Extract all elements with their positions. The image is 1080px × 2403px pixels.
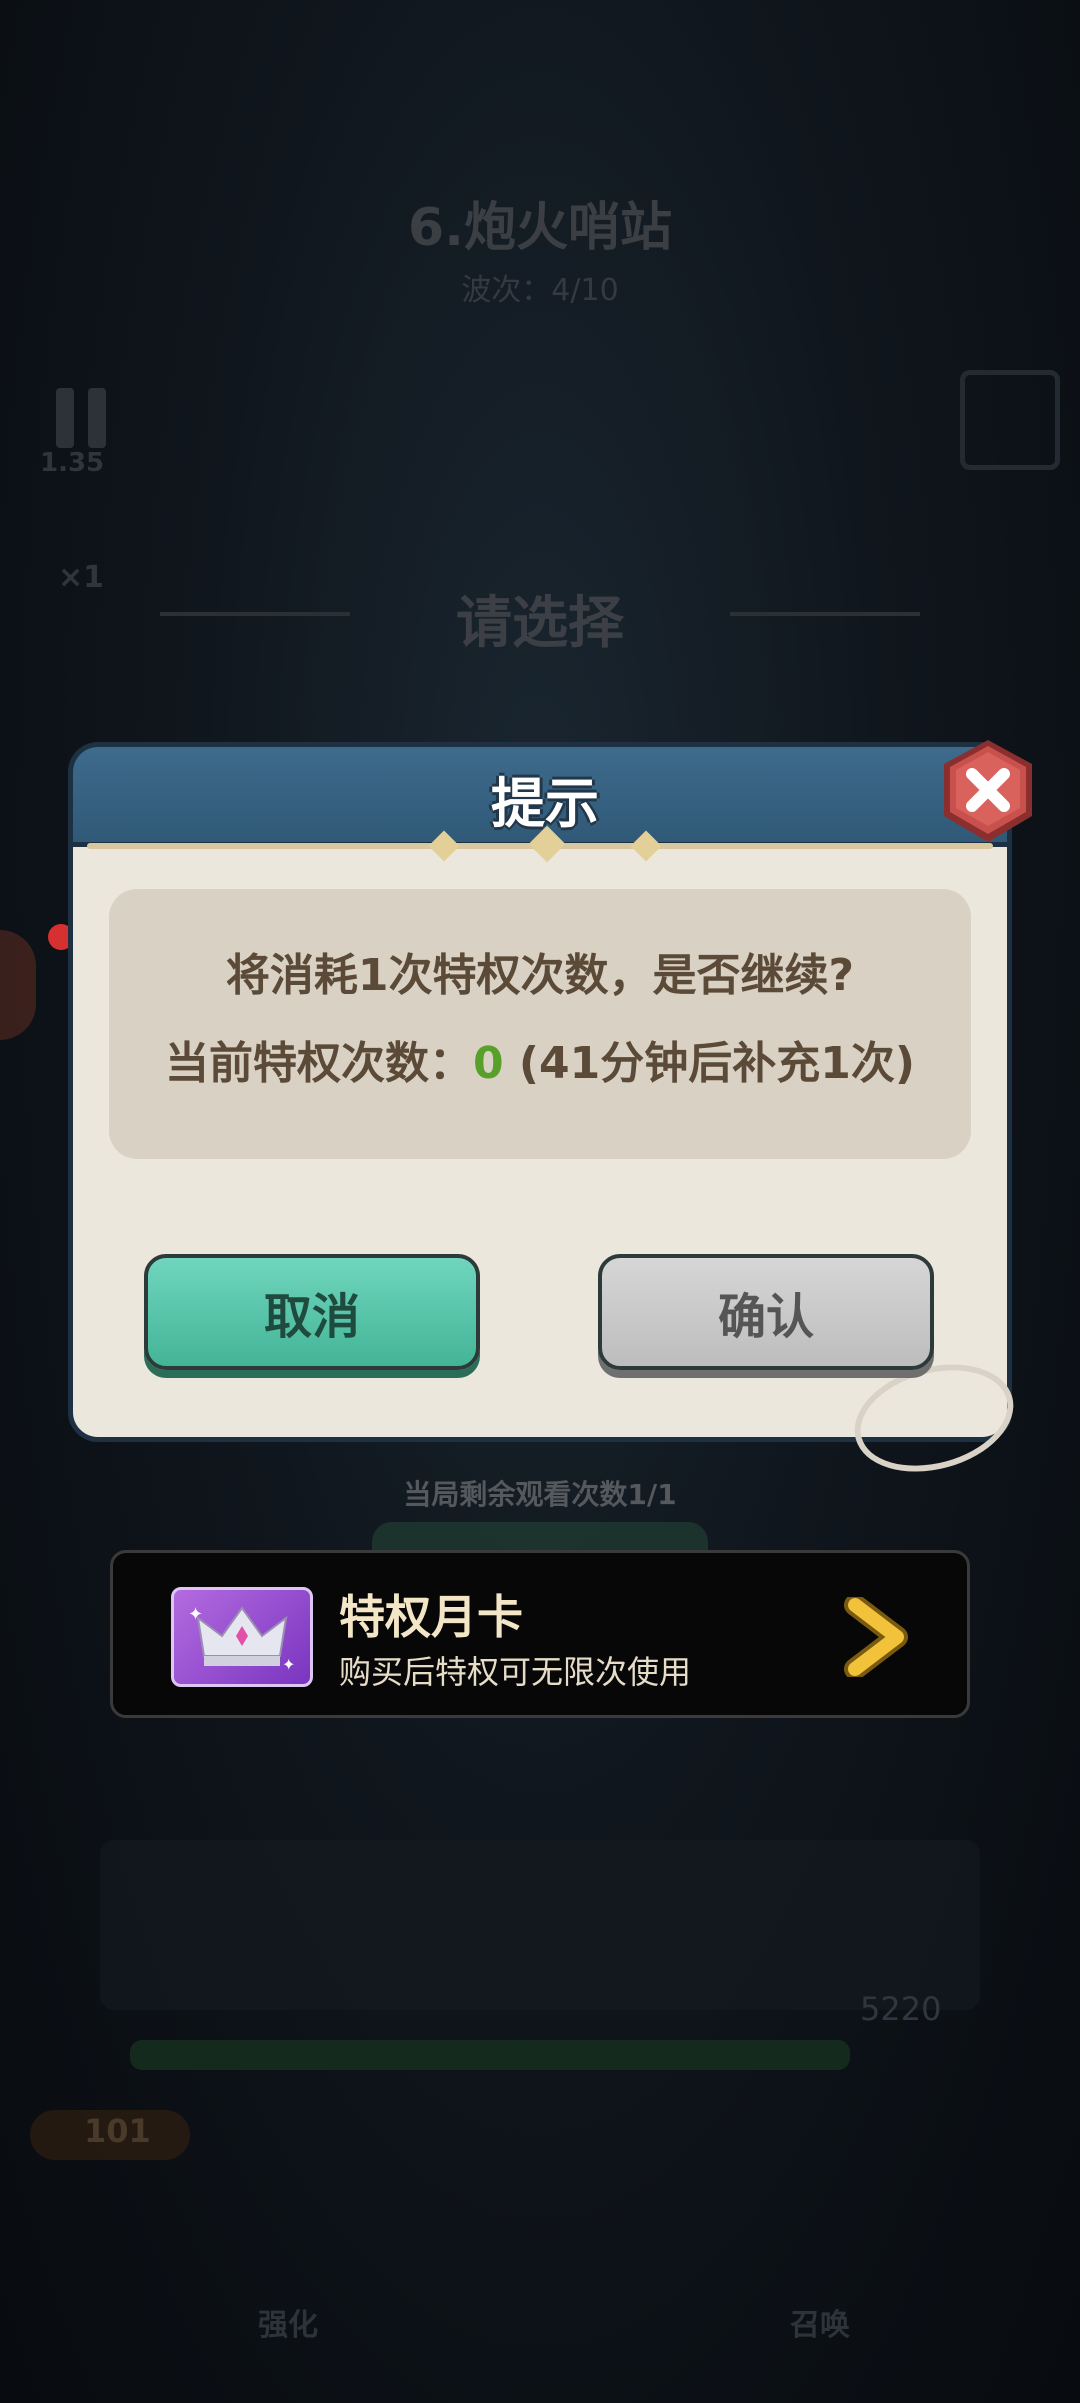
- svg-text:✦: ✦: [282, 1655, 295, 1674]
- message-line-2-suffix: (41分钟后补充1次): [503, 1038, 915, 1089]
- progress-bar: [130, 2040, 850, 2070]
- level-title: 6.炮火哨站: [408, 198, 672, 258]
- message-line-2-prefix: 当前特权次数：: [164, 1038, 473, 1089]
- crown-icon: ✦ ✦: [171, 1587, 313, 1687]
- coin-value: 5220: [860, 1990, 942, 2028]
- summon-label: 召唤: [790, 2308, 850, 2343]
- bottom-panel: [100, 1840, 980, 2010]
- monthly-card-title: 特权月卡: [339, 1590, 523, 1644]
- remaining-views-label: 当局剩余观看次数1/1: [403, 1478, 677, 1511]
- close-icon: [944, 740, 1032, 842]
- message-line-2: 当前特权次数：0 (41分钟后补充1次): [109, 1027, 971, 1091]
- privilege-count: 0: [472, 1038, 504, 1089]
- counter-value: 101: [84, 2112, 151, 2150]
- message-box: 将消耗1次特权次数，是否继续? 当前特权次数：0 (41分钟后补充1次): [109, 889, 971, 1159]
- pause-icon: [52, 388, 110, 448]
- monthly-card-banner[interactable]: ✦ ✦ 特权月卡 购买后特权可无限次使用: [110, 1550, 970, 1718]
- side-avatar-icon: [0, 930, 36, 1040]
- wave-counter: 波次：4/10: [461, 273, 619, 308]
- menu-icon: [960, 370, 1060, 470]
- confirm-button[interactable]: 确认: [598, 1254, 934, 1370]
- message-line-1: 将消耗1次特权次数，是否继续?: [225, 950, 855, 1001]
- game-screen: 6.炮火哨站 波次：4/10 1.35 ×1 请选择 当局剩余观看次数1/1 刷…: [0, 0, 1080, 2403]
- monthly-card-subtitle: 购买后特权可无限次使用: [339, 1653, 692, 1691]
- cancel-button[interactable]: 取消: [144, 1254, 480, 1370]
- upgrade-label: 强化: [258, 2308, 318, 2343]
- choose-title: 请选择: [456, 591, 624, 656]
- close-button[interactable]: [936, 736, 1040, 846]
- chevron-right-icon: [844, 1597, 908, 1677]
- svg-text:✦: ✦: [188, 1604, 203, 1625]
- speed-label: 1.35: [40, 448, 105, 478]
